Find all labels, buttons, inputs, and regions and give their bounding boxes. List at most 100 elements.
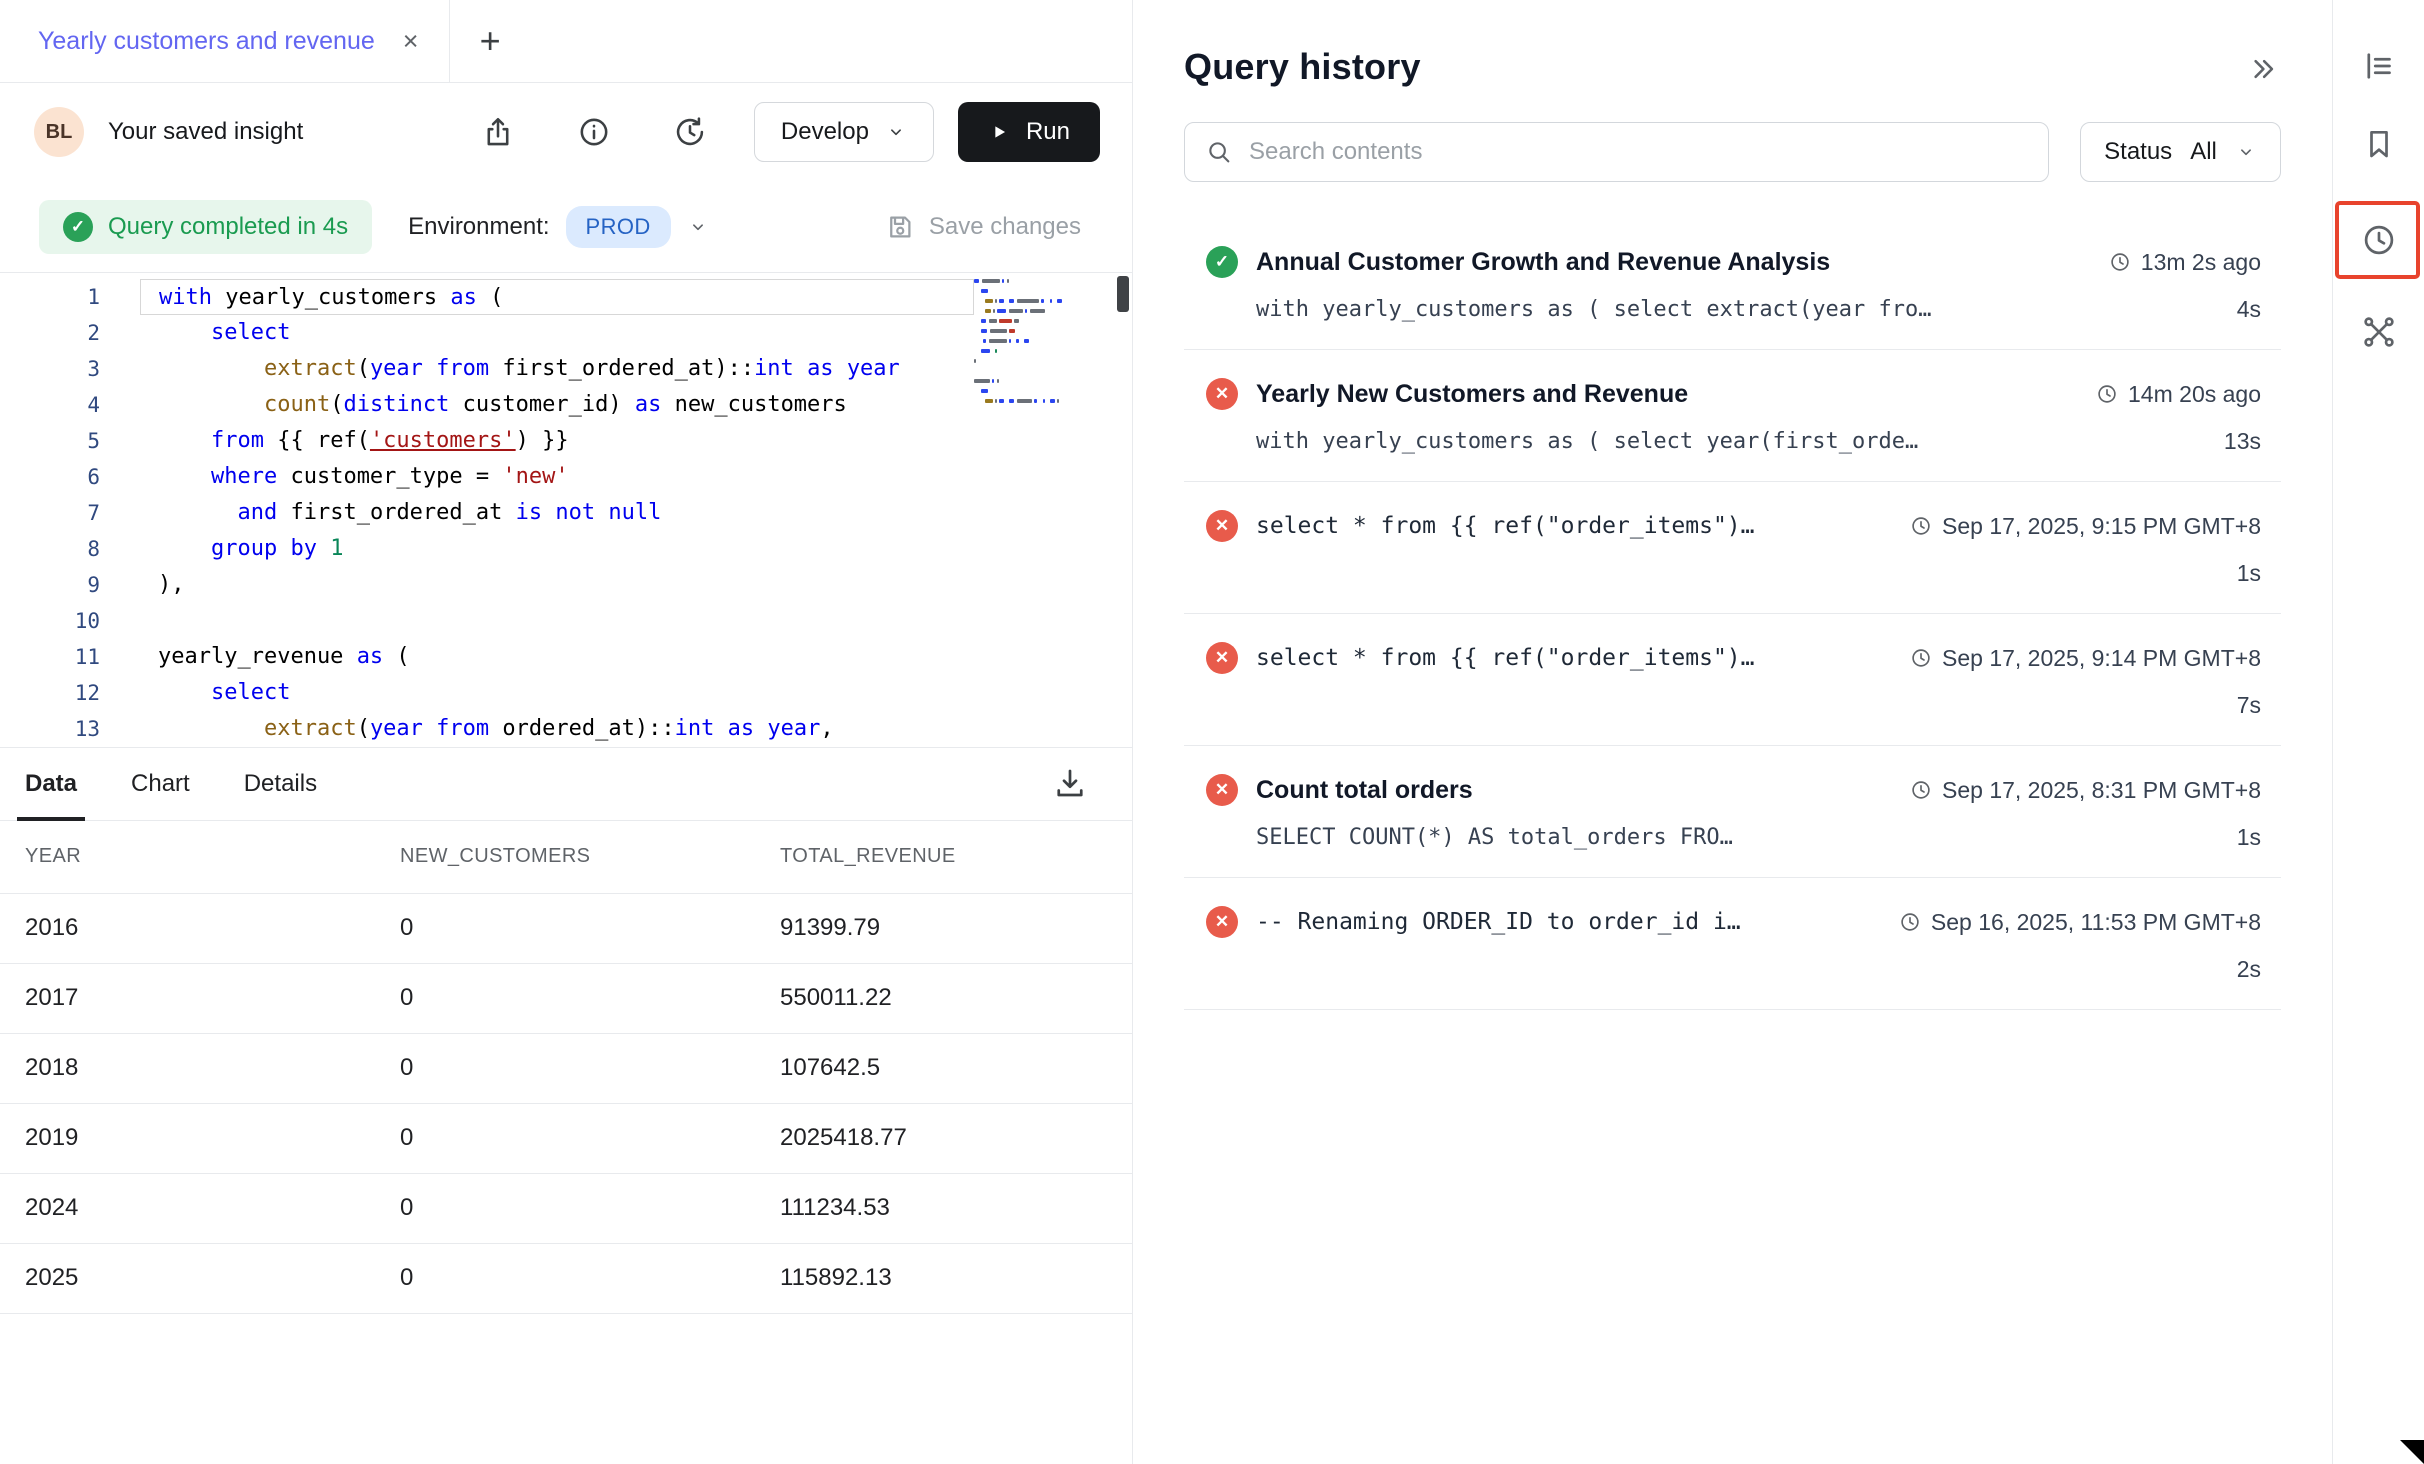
error-icon xyxy=(1206,774,1238,806)
search-icon xyxy=(1205,138,1233,166)
cursor-artifact xyxy=(2400,1440,2424,1464)
outline-icon[interactable] xyxy=(2360,47,2398,85)
code-line[interactable]: 12 select xyxy=(0,675,1132,711)
table-row[interactable]: 2016 0 91399.79 xyxy=(0,893,1132,963)
status-bar: Query completed in 4s Environment: PROD … xyxy=(0,181,1132,272)
column-total-revenue: TOTAL_REVENUE xyxy=(780,821,1132,893)
code-line[interactable]: 6 where customer_type = 'new' xyxy=(0,459,1132,495)
clock-icon xyxy=(1899,911,1921,933)
insight-header: BL Your saved insight Develop R xyxy=(0,83,1132,181)
query-history-item[interactable]: Yearly New Customers and Revenue 14m 20s… xyxy=(1184,350,2281,482)
status-filter-dropdown[interactable]: Status All xyxy=(2080,122,2281,182)
tab-details[interactable]: Details xyxy=(244,748,317,820)
run-button[interactable]: Run xyxy=(958,102,1100,162)
cell-year: 2016 xyxy=(0,893,400,963)
cell-total-revenue: 2025418.77 xyxy=(780,1103,1132,1173)
sql-code-editor[interactable]: 1 with yearly_customers as ( 2 select 3 … xyxy=(0,272,1132,747)
query-history-item[interactable]: select * from {{ ref("order_items")… Sep… xyxy=(1184,482,2281,614)
query-history-item[interactable]: select * from {{ ref("order_items")… Sep… xyxy=(1184,614,2281,746)
info-icon[interactable] xyxy=(576,114,612,150)
line-number: 9 xyxy=(0,567,100,603)
code-text: count(distinct customer_id) as new_custo… xyxy=(140,387,974,423)
query-time: Sep 17, 2025, 9:14 PM GMT+8 xyxy=(1910,645,2261,672)
table-row[interactable]: 2024 0 111234.53 xyxy=(0,1173,1132,1243)
table-row[interactable]: 2018 0 107642.5 xyxy=(0,1033,1132,1103)
save-changes-button[interactable]: Save changes xyxy=(885,212,1081,242)
clock-icon xyxy=(1910,779,1932,801)
table-header-row: YEAR NEW_CUSTOMERS TOTAL_REVENUE xyxy=(0,821,1132,893)
version-history-icon[interactable] xyxy=(672,114,708,150)
code-line[interactable]: 11 yearly_revenue as ( xyxy=(0,639,1132,675)
query-status-text: Query completed in 4s xyxy=(108,213,348,241)
line-number: 8 xyxy=(0,531,100,567)
panel-title: Query history xyxy=(1184,46,1421,88)
table-row[interactable]: 2017 0 550011.22 xyxy=(0,963,1132,1033)
run-label: Run xyxy=(1026,118,1070,146)
code-line[interactable]: 2 select xyxy=(0,315,1132,351)
code-text: extract(year from first_ordered_at)::int… xyxy=(140,351,974,387)
download-icon[interactable] xyxy=(1052,765,1090,803)
query-time-text: 14m 20s ago xyxy=(2128,381,2261,408)
close-icon[interactable] xyxy=(403,28,419,55)
table-row[interactable]: 2025 0 115892.13 xyxy=(0,1243,1132,1313)
search-input[interactable] xyxy=(1249,138,2028,166)
query-title: select * from {{ ref("order_items")… xyxy=(1256,513,1892,539)
tab-chart[interactable]: Chart xyxy=(131,748,190,820)
code-text: extract(year from ordered_at)::int as ye… xyxy=(140,711,974,747)
chevron-down-icon xyxy=(2235,141,2257,163)
line-number: 10 xyxy=(0,603,100,639)
save-icon xyxy=(885,212,915,242)
code-line[interactable]: 5 from {{ ref('customers') }} xyxy=(0,423,1132,459)
line-number: 7 xyxy=(0,495,100,531)
editor-minimap[interactable] xyxy=(974,279,1069,409)
avatar: BL xyxy=(34,107,84,157)
query-history-item[interactable]: Annual Customer Growth and Revenue Analy… xyxy=(1184,218,2281,350)
search-box xyxy=(1184,122,2049,182)
query-history-item[interactable]: -- Renaming ORDER_ID to order_id i… Sep … xyxy=(1184,878,2281,1010)
save-changes-label: Save changes xyxy=(929,213,1081,241)
query-duration: 1s xyxy=(2237,824,2261,851)
code-text: from {{ ref('customers') }} xyxy=(140,423,974,459)
cell-new-customers: 0 xyxy=(400,1173,780,1243)
code-line[interactable]: 1 with yearly_customers as ( xyxy=(0,279,1132,315)
query-time-text: Sep 17, 2025, 9:14 PM GMT+8 xyxy=(1942,645,2261,672)
tab-data[interactable]: Data xyxy=(25,748,77,820)
code-line[interactable]: 3 extract(year from first_ordered_at)::i… xyxy=(0,351,1132,387)
cell-year: 2025 xyxy=(0,1243,400,1313)
code-line[interactable]: 4 count(distinct customer_id) as new_cus… xyxy=(0,387,1132,423)
query-history-panel: Query history Status All Annual Customer… xyxy=(1134,0,2332,1464)
editor-scrollbar[interactable] xyxy=(1117,276,1129,312)
error-icon xyxy=(1206,642,1238,674)
collapse-panel-icon[interactable] xyxy=(2245,52,2281,88)
code-line[interactable]: 8 group by 1 xyxy=(0,531,1132,567)
status-filter-value: All xyxy=(2190,138,2217,166)
code-line[interactable]: 13 extract(year from ordered_at)::int as… xyxy=(0,711,1132,747)
environment-selector[interactable]: Environment: PROD xyxy=(408,206,709,248)
develop-button[interactable]: Develop xyxy=(754,102,934,162)
tab-yearly-customers-and-revenue[interactable]: Yearly customers and revenue xyxy=(0,0,450,82)
cell-new-customers: 0 xyxy=(400,1243,780,1313)
clock-icon xyxy=(1910,515,1932,537)
query-title: -- Renaming ORDER_ID to order_id i… xyxy=(1256,909,1881,935)
develop-label: Develop xyxy=(781,118,869,146)
new-tab-icon[interactable] xyxy=(480,0,501,82)
share-icon[interactable] xyxy=(480,114,516,150)
table-row[interactable]: 2019 0 2025418.77 xyxy=(0,1103,1132,1173)
query-duration: 13s xyxy=(2224,428,2261,455)
query-history-item[interactable]: Count total orders Sep 17, 2025, 8:31 PM… xyxy=(1184,746,2281,878)
query-history-icon[interactable] xyxy=(2360,221,2398,259)
editor-panel: Yearly customers and revenue BL Your sav… xyxy=(0,0,1133,1464)
code-line[interactable]: 9 ), xyxy=(0,567,1132,603)
code-text: group by 1 xyxy=(140,531,974,567)
cell-new-customers: 0 xyxy=(400,893,780,963)
bookmark-icon[interactable] xyxy=(2360,125,2398,163)
query-status-pill: Query completed in 4s xyxy=(39,200,372,254)
results-table: YEAR NEW_CUSTOMERS TOTAL_REVENUE 2016 0 … xyxy=(0,821,1132,1314)
query-duration: 7s xyxy=(2237,692,2261,719)
code-line[interactable]: 7 and first_ordered_at is not null xyxy=(0,495,1132,531)
lineage-icon[interactable] xyxy=(2360,313,2398,351)
code-line[interactable]: 10 xyxy=(0,603,1132,639)
cell-year: 2018 xyxy=(0,1033,400,1103)
query-title: Yearly New Customers and Revenue xyxy=(1256,380,2078,409)
query-time-text: Sep 17, 2025, 9:15 PM GMT+8 xyxy=(1942,513,2261,540)
